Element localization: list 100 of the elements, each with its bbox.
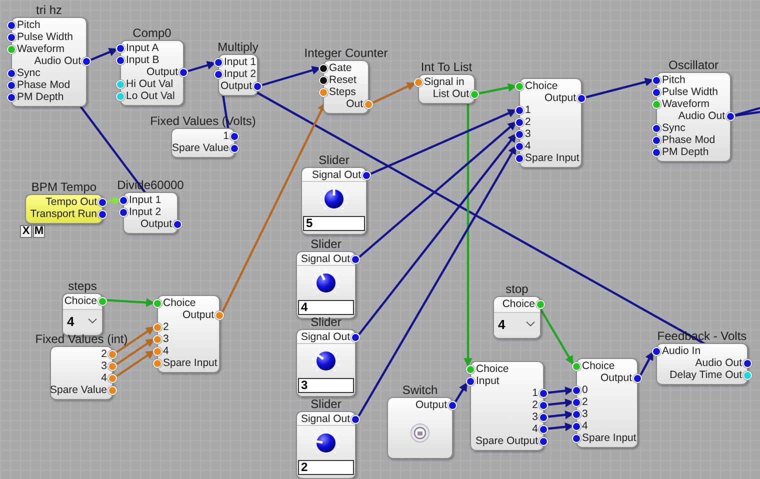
toggle-button[interactable]: X [20, 225, 32, 238]
port-dot[interactable] [572, 422, 581, 430]
port-dot[interactable] [572, 398, 581, 406]
port-dot[interactable] [652, 346, 661, 356]
port-dot[interactable] [652, 100, 661, 108]
port-dot[interactable] [362, 170, 371, 180]
port-label: Spare Output [476, 435, 538, 447]
value-field[interactable]: 4 [298, 300, 354, 315]
port-dot[interactable] [214, 58, 223, 66]
port-dot[interactable] [414, 78, 423, 86]
port-dot[interactable] [153, 298, 162, 308]
port-dot[interactable] [515, 142, 524, 150]
port-dot[interactable] [319, 64, 328, 72]
port-dot[interactable] [153, 358, 162, 368]
port-dot[interactable] [652, 124, 661, 132]
port-dot[interactable] [351, 254, 360, 264]
port-dot[interactable] [572, 434, 581, 442]
port-dot[interactable] [470, 90, 479, 98]
port-dot[interactable] [515, 82, 524, 90]
port-dot[interactable] [633, 374, 642, 382]
port-dot[interactable] [173, 220, 182, 228]
port-dot[interactable] [448, 400, 457, 410]
port-label: 4 [525, 140, 531, 152]
port-dot[interactable] [230, 132, 239, 140]
port-dot[interactable] [572, 362, 581, 370]
port-dot[interactable] [539, 424, 548, 434]
port-dot[interactable] [351, 332, 360, 342]
port-dot[interactable] [7, 20, 16, 30]
port-dot[interactable] [515, 118, 524, 126]
port-dot[interactable] [466, 376, 475, 386]
dropdown-field[interactable]: 4 [494, 312, 540, 335]
port-dot[interactable] [153, 346, 162, 356]
module-title: Int To List [420, 60, 472, 74]
port-dot[interactable] [652, 136, 661, 144]
port-label: Output [182, 309, 214, 321]
port-dot[interactable] [539, 400, 548, 410]
port-dot[interactable] [743, 358, 752, 368]
port-label: Input B [126, 54, 160, 66]
port-dot[interactable] [119, 196, 128, 204]
port-dot[interactable] [572, 386, 581, 394]
port-dot[interactable] [82, 56, 91, 66]
port-dot[interactable] [539, 412, 548, 422]
port-dot[interactable] [230, 144, 239, 152]
port-dot[interactable] [539, 436, 548, 446]
port-dot[interactable] [7, 80, 16, 90]
chevron-icon [88, 318, 97, 324]
port-dot[interactable] [116, 92, 125, 100]
port-dot[interactable] [364, 100, 373, 108]
port-dot[interactable] [108, 386, 117, 394]
port-dot[interactable] [108, 362, 117, 370]
port-dot[interactable] [652, 76, 661, 84]
port-label: 0 [582, 384, 588, 396]
port-dot[interactable] [98, 198, 107, 206]
port-dot[interactable] [153, 322, 162, 332]
port-dot[interactable] [743, 370, 752, 380]
port-dot[interactable] [577, 94, 586, 102]
port-dot[interactable] [108, 374, 117, 382]
port-label: Audio In [662, 345, 701, 357]
port-label: 4 [101, 372, 107, 384]
port-dot[interactable] [515, 154, 524, 162]
port-dot[interactable] [116, 80, 125, 88]
port-dot[interactable] [253, 82, 262, 90]
port-dot[interactable] [108, 350, 117, 358]
value-field[interactable]: 5 [303, 216, 365, 231]
value-field[interactable]: 3 [298, 378, 354, 393]
port-dot[interactable] [179, 68, 188, 76]
port-label: Input 1 [224, 56, 256, 68]
port-dot[interactable] [98, 210, 107, 218]
port-dot[interactable] [539, 388, 548, 398]
round-button[interactable] [410, 423, 430, 443]
port-dot[interactable] [515, 106, 524, 114]
port-dot[interactable] [466, 364, 475, 374]
port-dot[interactable] [536, 300, 545, 308]
port-label: 1 [525, 104, 531, 116]
module-title: BPM Tempo [31, 180, 97, 194]
dropdown-field[interactable]: 4 [63, 309, 102, 332]
port-dot[interactable] [214, 70, 223, 78]
value-field[interactable]: 2 [298, 460, 354, 475]
port-dot[interactable] [572, 410, 581, 418]
port-dot[interactable] [515, 130, 524, 138]
module-title: steps [68, 279, 97, 293]
port-dot[interactable] [116, 56, 125, 64]
port-dot[interactable] [7, 44, 16, 54]
port-label: Input [476, 375, 500, 387]
port-dot[interactable] [98, 296, 107, 306]
port-dot[interactable] [116, 44, 125, 52]
port-dot[interactable] [652, 88, 661, 96]
port-label: Choice [476, 363, 509, 375]
port-dot[interactable] [319, 76, 328, 84]
port-dot[interactable] [7, 68, 16, 78]
port-dot[interactable] [351, 414, 360, 424]
port-dot[interactable] [7, 92, 16, 102]
port-dot[interactable] [319, 88, 328, 96]
port-dot[interactable] [119, 208, 128, 216]
port-dot[interactable] [652, 148, 661, 156]
port-dot[interactable] [726, 112, 735, 120]
port-dot[interactable] [7, 32, 16, 42]
toggle-button[interactable]: M [33, 225, 45, 238]
port-dot[interactable] [215, 310, 224, 320]
port-dot[interactable] [153, 334, 162, 344]
